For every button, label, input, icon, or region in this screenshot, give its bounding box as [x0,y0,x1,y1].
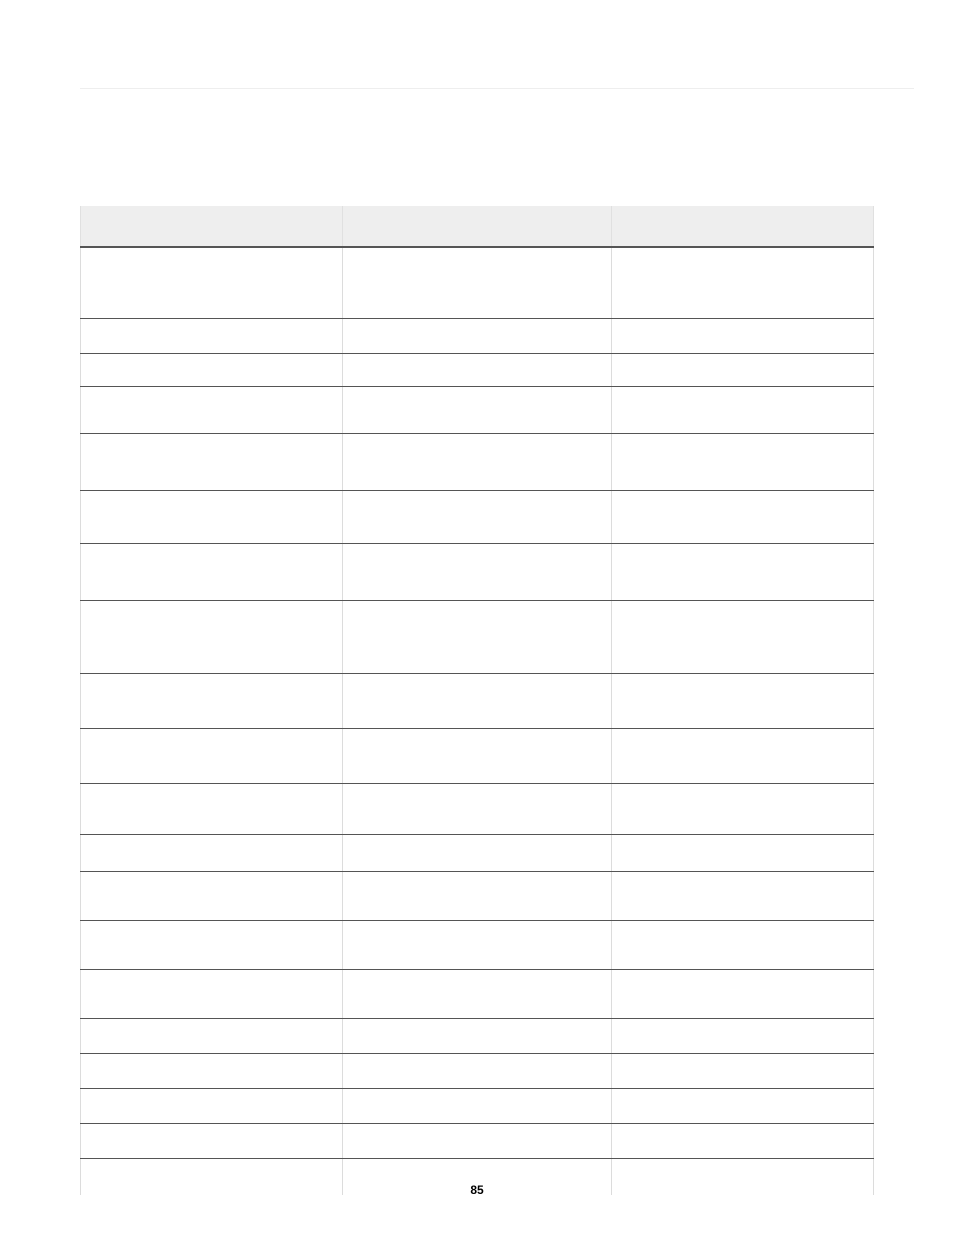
table-row [81,319,874,354]
table-row [81,1089,874,1124]
table-cell [81,247,343,319]
table-cell [342,319,612,354]
table-row [81,784,874,835]
table-cell [342,544,612,601]
table-row [81,835,874,872]
table-header-cell [612,206,874,247]
table-cell [81,835,343,872]
table-cell [612,247,874,319]
table-cell [342,970,612,1019]
table-cell [81,354,343,387]
table-cell [81,601,343,674]
table-cell [342,872,612,921]
table-cell [81,1019,343,1054]
table-row [81,601,874,674]
table-row [81,354,874,387]
table-cell [342,784,612,835]
table-row [81,434,874,491]
table-cell [612,434,874,491]
table-cell [342,1124,612,1159]
table-row [81,1019,874,1054]
table-cell [612,1054,874,1089]
table-cell [612,491,874,544]
table-cell [81,970,343,1019]
table-cell [81,1054,343,1089]
table-cell [81,921,343,970]
table-cell [612,729,874,784]
table-cell [81,784,343,835]
page-number: 85 [0,1183,954,1197]
table-cell [342,835,612,872]
table-cell [612,921,874,970]
table-cell [342,729,612,784]
document-page: 85 [0,0,954,1235]
table-container [80,206,874,1195]
table-cell [342,434,612,491]
table-cell [342,601,612,674]
table-cell [342,354,612,387]
table-row [81,729,874,784]
table-row [81,247,874,319]
table-cell [612,1089,874,1124]
table-cell [612,872,874,921]
table-cell [342,1054,612,1089]
table-cell [342,1019,612,1054]
table-header-cell [342,206,612,247]
table-header-row [81,206,874,247]
table-cell [81,544,343,601]
table-row [81,544,874,601]
table-cell [612,601,874,674]
table-cell [612,354,874,387]
table-cell [81,729,343,784]
table-row [81,1054,874,1089]
table-row [81,970,874,1019]
table-cell [612,387,874,434]
table-cell [612,1019,874,1054]
table-cell [342,921,612,970]
table-cell [342,387,612,434]
table-cell [612,835,874,872]
table-body [81,247,874,1195]
table-cell [81,434,343,491]
table-row [81,921,874,970]
table-cell [81,491,343,544]
table-cell [81,319,343,354]
table-row [81,872,874,921]
table-cell [612,544,874,601]
table-cell [342,1089,612,1124]
table-cell [612,784,874,835]
table-cell [342,247,612,319]
table-cell [81,872,343,921]
table-cell [612,674,874,729]
data-table [80,206,874,1195]
table-cell [81,674,343,729]
table-row [81,491,874,544]
table-cell [81,387,343,434]
table-cell [612,319,874,354]
table-cell [612,970,874,1019]
table-cell [612,1124,874,1159]
table-row [81,674,874,729]
table-cell [342,491,612,544]
table-cell [81,1089,343,1124]
table-row [81,387,874,434]
table-cell [342,674,612,729]
table-cell [81,1124,343,1159]
table-row [81,1124,874,1159]
header-divider [80,88,914,89]
table-header-cell [81,206,343,247]
